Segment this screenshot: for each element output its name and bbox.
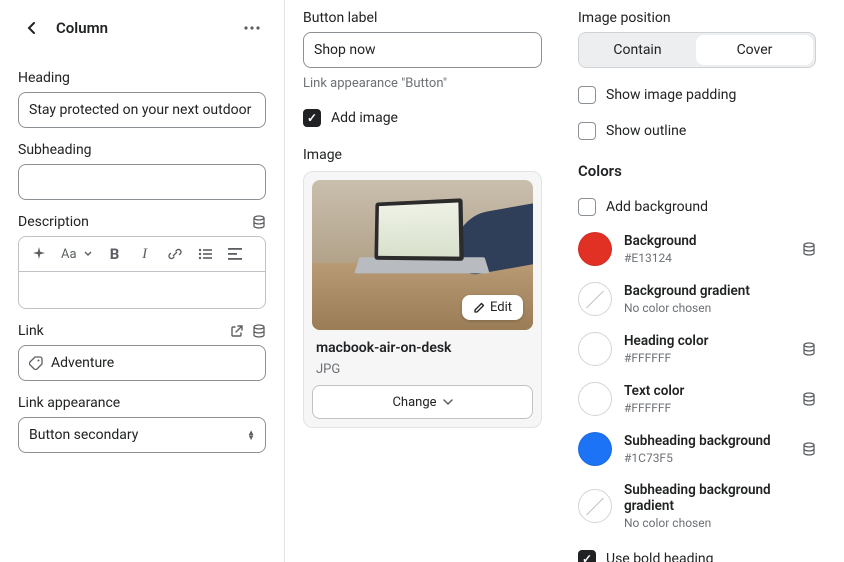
rte-font-dropdown[interactable] <box>81 241 95 267</box>
rte-ai-button[interactable] <box>25 241 53 267</box>
heading-input[interactable] <box>18 92 266 128</box>
subheading-input[interactable] <box>18 164 266 200</box>
use-bold-heading-label: Use bold heading <box>606 551 713 562</box>
database-icon <box>802 392 816 406</box>
heading-label: Heading <box>18 70 266 86</box>
description-label: Description <box>18 214 89 230</box>
image-position-label: Image position <box>578 10 816 26</box>
rte-italic-button[interactable]: I <box>131 241 159 267</box>
add-background-label: Add background <box>606 199 708 215</box>
heading-dynamic[interactable] <box>802 342 816 356</box>
link-dynamic-source[interactable] <box>252 324 266 338</box>
panel-column-settings: Column Heading Subheading Description Aa… <box>0 0 285 562</box>
rte-link-button[interactable] <box>161 241 189 267</box>
rte-body[interactable] <box>18 271 266 309</box>
edit-image-button[interactable]: Edit <box>462 295 523 320</box>
more-horizontal-icon <box>244 26 260 30</box>
color-row-heading: Heading color #FFFFFF <box>578 332 816 366</box>
back-button[interactable] <box>18 14 46 42</box>
panel-button-image: Button label Link appearance "Button" Ad… <box>285 0 560 562</box>
link-input[interactable]: Adventure <box>18 345 266 381</box>
heading-swatch[interactable] <box>578 332 612 366</box>
rte-bold-button[interactable]: B <box>101 241 129 267</box>
image-filename: macbook-air-on-desk <box>316 340 529 356</box>
rte-list-button[interactable] <box>191 241 219 267</box>
panel-image-colors: Image position Contain Cover Show image … <box>560 0 844 562</box>
rich-text-editor: Aa B I <box>18 236 266 309</box>
bg-gradient-swatch[interactable] <box>578 282 612 316</box>
bullet-list-icon <box>198 248 212 260</box>
chevron-down-icon <box>443 399 453 406</box>
pencil-icon <box>473 302 485 314</box>
use-bold-heading-checkbox[interactable] <box>578 550 596 562</box>
color-row-subheading-grad: Subheading background gradient No color … <box>578 482 816 530</box>
sparkle-icon <box>32 247 46 261</box>
show-outline-checkbox[interactable] <box>578 122 596 140</box>
database-icon <box>802 442 816 456</box>
text-dynamic[interactable] <box>802 392 816 406</box>
dynamic-source-button[interactable] <box>252 215 266 229</box>
chevron-down-icon <box>84 251 92 257</box>
show-image-padding-checkbox[interactable] <box>578 86 596 104</box>
show-image-padding-label: Show image padding <box>606 87 736 103</box>
rte-font-size-button[interactable]: Aa <box>59 241 79 267</box>
more-actions-button[interactable] <box>238 14 266 42</box>
button-label-label: Button label <box>303 10 542 26</box>
add-image-label: Add image <box>331 110 398 126</box>
background-swatch[interactable] <box>578 232 612 266</box>
text-swatch[interactable] <box>578 382 612 416</box>
database-icon <box>252 215 266 229</box>
image-filetype: JPG <box>316 362 529 377</box>
background-dynamic[interactable] <box>802 242 816 256</box>
change-image-button[interactable]: Change <box>312 385 533 419</box>
rte-toolbar: Aa B I <box>18 236 266 271</box>
link-appearance-value: Button secondary <box>29 427 138 443</box>
subheading-label: Subheading <box>18 142 266 158</box>
show-outline-label: Show outline <box>606 123 686 139</box>
seg-cover[interactable]: Cover <box>696 35 813 65</box>
image-position-segmented: Contain Cover <box>578 32 816 68</box>
panel-title: Column <box>56 19 228 37</box>
colors-section-title: Colors <box>578 162 816 180</box>
image-card: Edit macbook-air-on-desk JPG Change <box>303 171 542 428</box>
link-appearance-select[interactable]: Button secondary ▲▼ <box>18 417 266 453</box>
link-label: Link <box>18 323 44 339</box>
tag-icon <box>29 356 43 370</box>
link-appearance-info: Link appearance "Button" <box>303 76 542 91</box>
external-link-icon <box>230 324 244 338</box>
select-updown-icon: ▲▼ <box>247 430 255 440</box>
rte-align-button[interactable] <box>221 241 249 267</box>
panel-header: Column <box>18 0 266 56</box>
button-label-input[interactable] <box>303 32 542 68</box>
chevron-left-icon <box>26 22 38 34</box>
link-icon <box>168 247 182 261</box>
align-icon <box>228 248 242 260</box>
database-icon <box>252 324 266 338</box>
color-row-subheading-bg: Subheading background #1C73F5 <box>578 432 816 466</box>
subheading-bg-swatch[interactable] <box>578 432 612 466</box>
add-image-checkbox[interactable] <box>303 109 321 127</box>
database-icon <box>802 342 816 356</box>
seg-contain[interactable]: Contain <box>579 33 696 67</box>
color-row-bg-gradient: Background gradient No color chosen <box>578 282 816 316</box>
image-preview: Edit <box>312 180 533 330</box>
subheading-bg-dynamic[interactable] <box>802 442 816 456</box>
add-background-checkbox[interactable] <box>578 198 596 216</box>
link-appearance-label: Link appearance <box>18 395 266 411</box>
link-value: Adventure <box>51 355 255 371</box>
open-link-button[interactable] <box>230 324 244 338</box>
color-row-background: Background #E13124 <box>578 232 816 266</box>
color-row-text: Text color #FFFFFF <box>578 382 816 416</box>
subheading-grad-swatch[interactable] <box>578 489 612 523</box>
image-section-label: Image <box>303 147 542 163</box>
database-icon <box>802 242 816 256</box>
